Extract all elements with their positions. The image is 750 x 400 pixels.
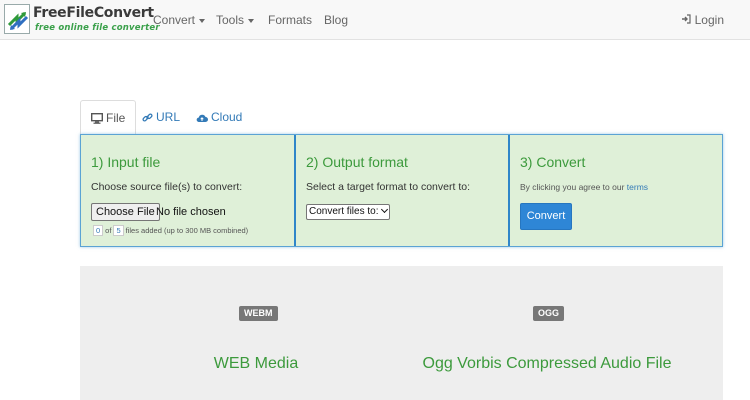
nav-convert[interactable]: Convert: [153, 13, 206, 27]
files-max: 5: [113, 225, 124, 236]
format-name-webm: WEB Media: [213, 355, 299, 372]
format-name-ogg: Ogg Vorbis Compressed Audio File: [422, 355, 672, 372]
terms-agreement-text: By clicking you agree to our terms: [520, 182, 648, 192]
nav-blog[interactable]: Blog: [324, 13, 348, 27]
logo[interactable]: FreeFileConvert free online file convert…: [4, 4, 160, 36]
output-format-description: Select a target format to convert to:: [306, 181, 470, 193]
no-file-chosen-text: No file chosen: [156, 206, 226, 218]
terms-link[interactable]: terms: [627, 182, 648, 192]
logo-arrows-icon: [4, 4, 30, 34]
format-info-section: WEBM WEB Media OGG Ogg Vorbis Compressed…: [80, 266, 723, 400]
nav-convert-label: Convert: [153, 13, 196, 27]
tab-file[interactable]: File: [80, 100, 137, 135]
nav-tools[interactable]: Tools: [216, 13, 255, 27]
input-file-section: 1) Input file Choose source file(s) to c…: [81, 135, 294, 246]
login-link[interactable]: Login: [681, 13, 724, 27]
caret-down-icon: [248, 18, 255, 23]
tab-url[interactable]: URL: [132, 100, 190, 134]
tab-url-label: URL: [156, 110, 181, 124]
output-format-title: 2) Output format: [306, 154, 408, 170]
format-badge-ogg: OGG: [533, 306, 565, 321]
tab-cloud-label: Cloud: [211, 110, 243, 124]
nav-formats[interactable]: Formats: [268, 13, 312, 27]
output-format-select-value: Convert files to:: [309, 206, 379, 217]
link-icon: [142, 113, 153, 122]
files-added-text: files added (up to 300 MB combined): [125, 226, 249, 235]
agree-text: By clicking you agree to our: [520, 182, 625, 192]
convert-title: 3) Convert: [520, 154, 586, 170]
files-count: 0: [93, 225, 104, 236]
choose-file-button[interactable]: Choose File: [91, 203, 160, 221]
input-file-description: Choose source file(s) to convert:: [91, 181, 243, 193]
tab-file-label: File: [106, 111, 126, 125]
logo-title: FreeFileConvert: [33, 5, 154, 21]
cloud-upload-icon: [196, 114, 208, 123]
monitor-icon: [90, 112, 104, 124]
convert-button[interactable]: Convert: [520, 203, 572, 230]
tab-cloud[interactable]: Cloud: [186, 100, 252, 134]
files-count-of: of: [105, 226, 112, 235]
sign-in-icon: [681, 14, 691, 27]
output-format-select[interactable]: Convert files to:: [306, 204, 391, 220]
format-badge-webm: WEBM: [239, 306, 278, 321]
login-label: Login: [694, 13, 724, 27]
conversion-panel: 1) Input file Choose source file(s) to c…: [80, 134, 723, 247]
caret-down-icon: [199, 18, 206, 23]
files-added-counter: 0 of 5 files added (up to 300 MB combined): [91, 225, 248, 236]
nav-tools-label: Tools: [216, 13, 245, 27]
convert-section: 3) Convert By clicking you agree to our …: [508, 135, 722, 246]
input-file-title: 1) Input file: [91, 154, 161, 170]
logo-tagline: free online file converter: [35, 23, 160, 33]
output-format-section: 2) Output format Select a target format …: [294, 135, 508, 246]
navbar: FreeFileConvert free online file convert…: [0, 0, 750, 40]
chevron-down-icon: [381, 205, 389, 214]
